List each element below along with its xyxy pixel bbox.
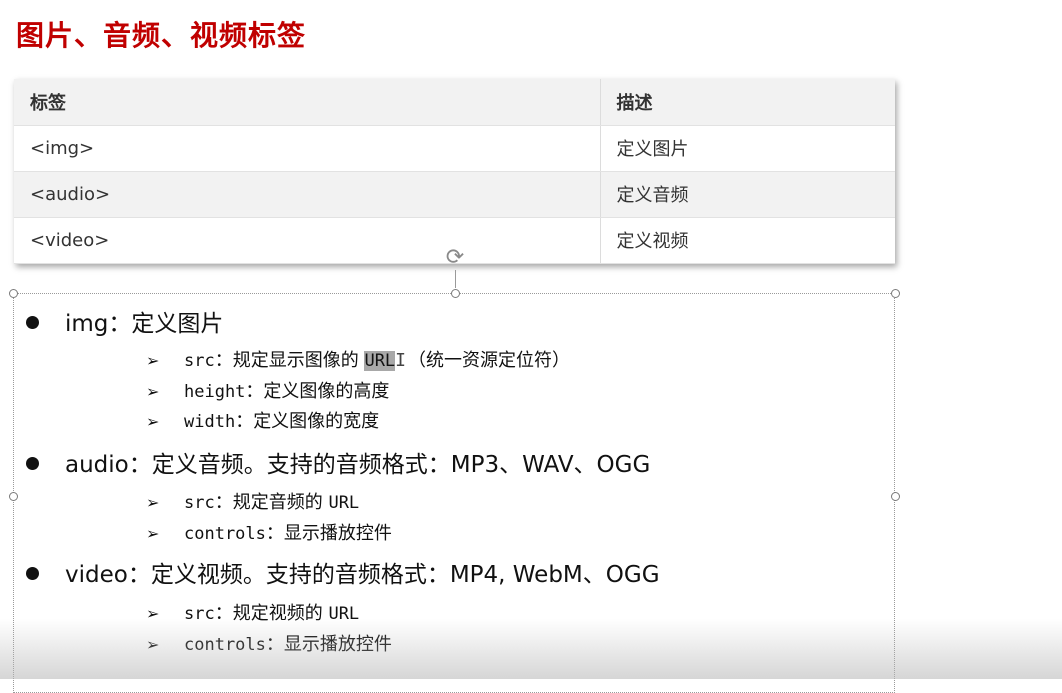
table-row: <audio> 定义音频	[14, 171, 895, 218]
attr-code: src	[184, 351, 215, 371]
table-header-cell: 描述	[600, 79, 895, 126]
rotate-handle-stem	[455, 270, 456, 288]
resize-handle-top-left[interactable]	[9, 289, 18, 298]
resize-handle-middle-left[interactable]	[9, 492, 18, 501]
selected-text-url[interactable]: URL	[364, 351, 396, 371]
attr-code: src	[184, 493, 215, 513]
attr-desc: 规定音频的	[232, 492, 329, 513]
separator: ：	[245, 381, 264, 402]
table-row: <img> 定义图片	[14, 125, 895, 172]
resize-handle-middle-right[interactable]	[891, 492, 900, 501]
arrow-bullet-icon: ➢	[146, 412, 160, 431]
attr-desc: 规定视频的	[232, 603, 329, 624]
attr-code: width	[184, 412, 236, 432]
separator: ：	[235, 411, 254, 432]
separator: ：	[265, 523, 284, 544]
attr-code: height	[184, 382, 246, 402]
resize-handle-top-right[interactable]	[891, 289, 900, 298]
bullet-item-video: video：定义视频。支持的音频格式：MP4, WebM、OGG	[26, 560, 660, 590]
attr-code: controls	[184, 524, 266, 544]
sub-item-video-controls: ➢ controls：显示播放控件	[146, 632, 392, 658]
sub-item-video-src: ➢ src：规定视频的 URL	[146, 601, 359, 627]
separator: ：	[214, 492, 233, 513]
bullet-label: img：定义图片	[65, 311, 224, 337]
attr-desc: 定义图像的宽度	[253, 411, 380, 432]
sub-item-img-src: ➢ src：规定显示图像的 URLI （统一资源定位符）	[146, 348, 570, 374]
arrow-bullet-icon: ➢	[146, 524, 160, 543]
attr-desc: 定义图像的高度	[263, 381, 390, 402]
arrow-bullet-icon: ➢	[146, 382, 160, 401]
text-cursor-icon: I	[395, 350, 407, 371]
table-header-row: 标签 描述	[14, 79, 895, 126]
tag-table-grid: 标签 描述 <img> 定义图片 <audio> 定义音频 <video> 定义…	[14, 79, 895, 264]
attr-desc: 规定显示图像的	[232, 350, 365, 371]
resize-handle-top-center[interactable]	[451, 289, 460, 298]
separator: ：	[214, 350, 233, 371]
attr-desc: 显示播放控件	[283, 523, 392, 544]
attr-code-url: URL	[328, 493, 360, 513]
separator: ：	[214, 603, 233, 624]
attr-desc: 显示播放控件	[283, 634, 392, 655]
bullet-dot-icon	[26, 567, 39, 580]
arrow-bullet-icon: ➢	[146, 604, 160, 623]
bullet-item-audio: audio：定义音频。支持的音频格式：MP3、WAV、OGG	[26, 450, 650, 480]
table-header-cell: 标签	[14, 79, 601, 126]
bullet-item-img: img：定义图片	[26, 309, 223, 339]
table-cell-tag: <video>	[14, 217, 601, 264]
bullet-dot-icon	[26, 457, 39, 470]
sub-item-audio-src: ➢ src：规定音频的 URL	[146, 490, 359, 516]
table-cell-tag: <img>	[14, 125, 601, 172]
slide-title: 图片、音频、视频标签	[16, 19, 307, 52]
arrow-bullet-icon: ➢	[146, 635, 160, 654]
sub-item-img-height: ➢ height：定义图像的高度	[146, 379, 389, 405]
table-cell-tag: <audio>	[14, 171, 601, 218]
rotate-handle-icon[interactable]: ⟳	[442, 246, 468, 270]
table-cell-desc: 定义音频	[600, 171, 895, 218]
arrow-bullet-icon: ➢	[146, 351, 160, 370]
arrow-bullet-icon: ➢	[146, 493, 160, 512]
bullet-label: video：定义视频。支持的音频格式：MP4, WebM、OGG	[65, 562, 660, 588]
attr-code: src	[184, 604, 215, 624]
sub-item-audio-controls: ➢ controls：显示播放控件	[146, 521, 392, 547]
separator: ：	[265, 634, 284, 655]
bullet-label: audio：定义音频。支持的音频格式：MP3、WAV、OGG	[65, 452, 651, 478]
attr-desc-suffix: （统一资源定位符）	[408, 350, 571, 371]
attr-code: controls	[184, 635, 266, 655]
table-cell-desc: 定义图片	[600, 125, 895, 172]
attr-code-url: URL	[328, 604, 360, 624]
bullet-dot-icon	[26, 316, 39, 329]
table-cell-desc: 定义视频	[600, 217, 895, 264]
tag-table[interactable]: 标签 描述 <img> 定义图片 <audio> 定义音频 <video> 定义…	[14, 79, 895, 264]
sub-item-img-width: ➢ width：定义图像的宽度	[146, 409, 379, 435]
